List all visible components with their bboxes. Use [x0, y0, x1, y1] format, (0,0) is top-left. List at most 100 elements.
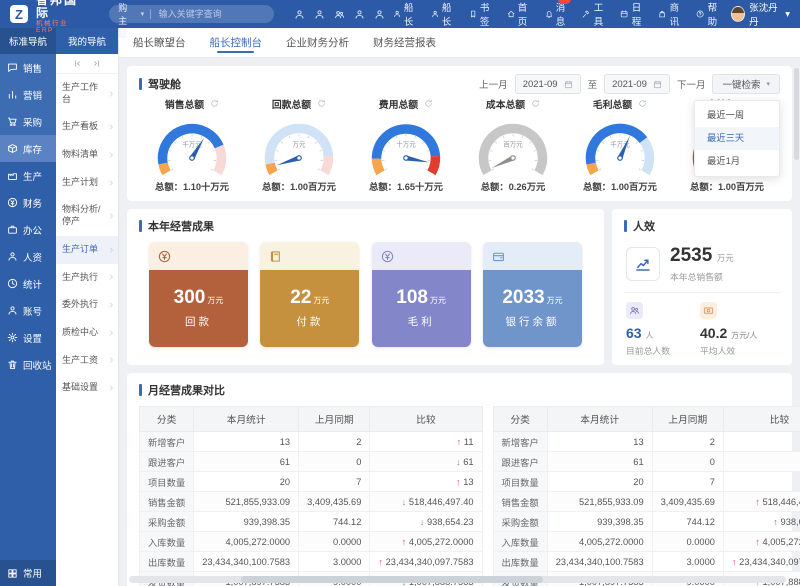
tab-0[interactable]: 船长瞭望台 — [133, 28, 186, 57]
scrollbar-thumb[interactable] — [241, 576, 543, 583]
topbar-item-5[interactable]: 工具 — [582, 0, 609, 28]
refresh-icon[interactable] — [531, 99, 540, 108]
collapse-left-icon[interactable] — [73, 59, 82, 68]
topbar-item-6[interactable]: 日程 — [620, 0, 647, 28]
annual-card-header — [372, 242, 471, 270]
subnav-item-5[interactable]: 生产订单 — [56, 236, 118, 264]
quick-search-button[interactable]: 一键检索 ▾ — [712, 74, 780, 94]
subnav-item-3[interactable]: 生产计划 — [56, 169, 118, 197]
subnav-item-0[interactable]: 生产工作台 — [56, 74, 118, 113]
chevron-right-icon — [108, 302, 115, 309]
prev-month-button[interactable]: 上一月 — [479, 77, 508, 91]
gauge-title: 费用总额 — [379, 97, 418, 111]
table-row: 入库数量4,005,272.00000.0000↑ 4,005,272.0000 — [493, 532, 800, 552]
captain2-icon — [431, 9, 439, 19]
row-diff: ↑ 13 — [370, 472, 482, 492]
refresh-icon[interactable] — [317, 99, 326, 108]
annual-card-value: 108万元 — [396, 288, 446, 307]
users-button[interactable] — [334, 9, 345, 20]
refresh-icon[interactable] — [638, 99, 647, 108]
sidebar-item-0[interactable]: 销售 — [0, 54, 56, 81]
sidebar-item-2[interactable]: 采购 — [0, 108, 56, 135]
sidebar-item-8[interactable]: 统计 — [0, 270, 56, 297]
subnav-item-4[interactable]: 物料分析/停产 — [56, 196, 118, 235]
date-from-input[interactable]: 2021-09 — [515, 74, 581, 94]
annual-title: 本年经营成果 — [139, 217, 592, 235]
dropdown-option-1[interactable]: 最近三天 — [695, 127, 779, 150]
subnav-item-10[interactable]: 基础设置 — [56, 374, 118, 402]
user-menu[interactable]: 张沈丹丹 ▾ — [731, 0, 790, 28]
user-headset-button[interactable] — [354, 9, 365, 20]
tab-1[interactable]: 船长控制台 — [210, 28, 263, 57]
collapse-right-icon[interactable] — [92, 59, 101, 68]
subnav-item-2[interactable]: 物料清单 — [56, 141, 118, 169]
row-diff: ↑ 11 — [370, 432, 482, 452]
gauge-chart: 百万元 — [461, 111, 565, 179]
topbar-item-0[interactable]: 船长 — [393, 0, 420, 28]
office-icon — [7, 224, 18, 235]
refresh-icon — [638, 99, 647, 108]
date-to-input[interactable]: 2021-09 — [604, 74, 670, 94]
search-input[interactable] — [157, 8, 265, 20]
vertical-scrollbar[interactable] — [794, 68, 799, 160]
trend-icon — [626, 247, 660, 281]
sidebar-item-4[interactable]: 生产 — [0, 162, 56, 189]
subnav-item-8[interactable]: 质检中心 — [56, 319, 118, 347]
subnav-item-7[interactable]: 委外执行 — [56, 291, 118, 319]
topbar-item-1[interactable]: 船长 — [431, 0, 458, 28]
annual-card-2[interactable]: 108万元毛利 — [372, 242, 471, 347]
tab-3[interactable]: 财务经营报表 — [373, 28, 436, 57]
user-voice-button[interactable] — [374, 9, 385, 20]
sidebar-item-changyong[interactable]: 常用 — [0, 560, 56, 586]
gauge-chart: 千万元 — [140, 111, 244, 179]
gauge-body: 千万元 — [568, 111, 672, 179]
search-scope-select[interactable]: 采购主题 — [118, 0, 134, 40]
topbar-item-4[interactable]: 消息16 — [545, 0, 572, 28]
row-diff: ↑ 518,446,497.40 — [723, 492, 800, 512]
gauge-total: 总额：0.26万元 — [481, 179, 546, 193]
sidebar-item-1[interactable]: 营销 — [0, 81, 56, 108]
subnav-item-1[interactable]: 生产看板 — [56, 113, 118, 141]
captain-icon — [393, 9, 401, 19]
sidebar-item-7[interactable]: 人资 — [0, 243, 56, 270]
horizontal-scrollbar[interactable] — [129, 576, 786, 583]
topbar-item-7[interactable]: 商讯 — [658, 0, 685, 28]
sidebar-item-9[interactable]: 账号 — [0, 297, 56, 324]
stat-label: 目前总人数 — [626, 344, 670, 357]
topbar-item-3[interactable]: 首页 — [507, 0, 534, 28]
topbar-item-2[interactable]: 书签 — [469, 0, 496, 28]
subnav-item-6[interactable]: 生产执行 — [56, 264, 118, 292]
annual-card-number: 108 — [396, 287, 428, 308]
user-card-button[interactable] — [294, 9, 305, 20]
user-add-button[interactable] — [314, 9, 325, 20]
dropdown-option-0[interactable]: 最近一周 — [695, 104, 779, 127]
annual-card-3[interactable]: 2033万元银行余额 — [483, 242, 582, 347]
column-header: 比较 — [723, 407, 800, 432]
subnav-item-9[interactable]: 生产工资 — [56, 347, 118, 375]
content-area: 驾驶舱 上一月 2021-09 至 2021-09 下一月 — [119, 58, 800, 586]
sidebar-item-3[interactable]: 库存 — [0, 135, 56, 162]
annual-card-0[interactable]: 300万元回款 — [149, 242, 248, 347]
arrow-up-icon: ↑ — [755, 537, 760, 547]
stat-label: 平均人效 — [700, 344, 757, 357]
topbar-item-8[interactable]: 帮助 — [696, 0, 723, 28]
dropdown-option-2[interactable]: 最近1月 — [695, 150, 779, 173]
sidebar-item-5[interactable]: 财务 — [0, 189, 56, 216]
svg-text:十万元: 十万元 — [396, 140, 416, 149]
table-row: 跟进客户610↓ 61 — [140, 452, 483, 472]
efficiency-main: 2535 万元 本年总销售额 — [624, 235, 780, 293]
annual-card-body: 108万元毛利 — [372, 270, 471, 347]
refresh-icon[interactable] — [424, 99, 433, 108]
sidebar-item-6[interactable]: 办公 — [0, 216, 56, 243]
row-previous: 3,409,435.69 — [299, 492, 370, 512]
refresh-icon[interactable] — [210, 99, 219, 108]
brand-logo[interactable]: Z — [10, 5, 28, 23]
annual-title-text: 本年经营成果 — [148, 218, 214, 234]
brand: 智邦国际 机械行业ERP — [36, 0, 85, 34]
sidebar-item-11[interactable]: 回收站 — [0, 351, 56, 378]
row-current: 23,434,340,100.7583 — [194, 552, 299, 572]
tab-2[interactable]: 企业财务分析 — [286, 28, 349, 57]
next-month-button[interactable]: 下一月 — [677, 77, 706, 91]
sidebar-item-10[interactable]: 设置 — [0, 324, 56, 351]
annual-card-1[interactable]: 22万元付款 — [260, 242, 359, 347]
